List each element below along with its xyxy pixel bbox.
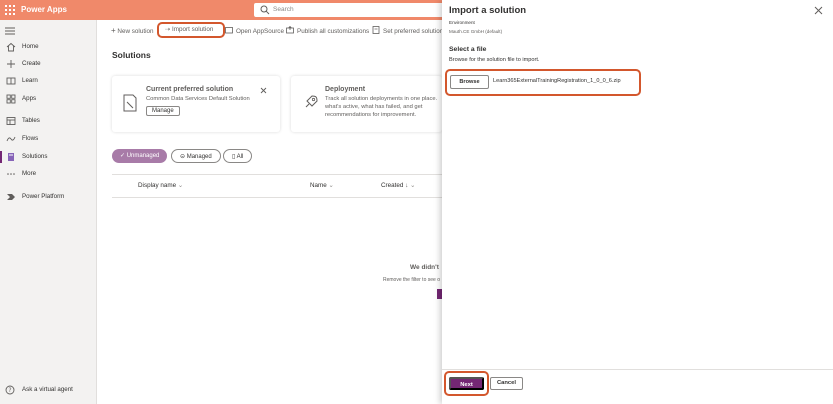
cancel-button[interactable]: Cancel <box>490 377 523 390</box>
publish-icon <box>286 25 294 34</box>
search-placeholder: Search <box>273 6 294 13</box>
filter-all-label: All <box>236 154 244 160</box>
column-created[interactable]: Created ↓ ⌄ <box>381 182 415 189</box>
empty-state-title: We didn't <box>410 264 439 271</box>
sidebar-item-label: More <box>22 170 37 177</box>
sidebar-item-tables[interactable]: Tables <box>0 114 97 128</box>
filter-all[interactable]: ▯ All <box>223 149 253 163</box>
waffle-icon[interactable] <box>5 5 15 15</box>
search-icon <box>260 5 270 15</box>
deployment-card-line: recommendations for improvement. <box>325 112 417 118</box>
power-platform-icon <box>7 194 15 200</box>
sidebar-item-power-platform[interactable]: Power Platform <box>0 190 97 204</box>
help-icon: ? <box>5 385 15 395</box>
deployment-card: Deployment Track all solution deployment… <box>291 76 442 132</box>
sidebar-item-apps[interactable]: Apps <box>0 92 97 106</box>
panel-title: Import a solution <box>449 5 527 16</box>
book-icon <box>6 77 16 85</box>
preferred-card-subtitle: Common Data Services Default Solution <box>146 96 250 102</box>
chevron-down-icon: ⌄ <box>177 182 184 189</box>
deployment-card-line: what's active, what has failed, and get <box>325 104 423 110</box>
search-box[interactable]: Search <box>254 3 445 17</box>
sidebar-item-label: Learn <box>22 77 38 84</box>
column-name[interactable]: Name ⌄ <box>310 182 334 189</box>
sidebar-item-label: Apps <box>22 95 37 102</box>
environment-value: Mauth.CE GmbH (default) <box>449 29 503 34</box>
new-solution-label: New solution <box>117 28 154 35</box>
import-solution-highlight <box>157 22 225 38</box>
filter-unmanaged-label: Unmanaged <box>126 153 160 159</box>
column-display-name[interactable]: Display name ⌄ <box>138 182 183 189</box>
ask-agent-label: Ask a virtual agent <box>22 386 73 393</box>
sidebar-item-label: Tables <box>22 117 40 124</box>
chevron-down-icon: ⌄ <box>328 182 334 189</box>
preferred-solution-card: Current preferred solution Common Data S… <box>112 76 280 132</box>
rocket-icon <box>305 95 318 108</box>
set-preferred-label: Set preferred solution <box>383 28 444 35</box>
sidebar-item-home[interactable]: Home <box>0 40 97 54</box>
sidebar-item-label: Home <box>22 43 39 50</box>
sidebar-item-label: Flows <box>22 135 39 142</box>
import-solution-panel: Import a solution Environment Mauth.CE G… <box>442 0 833 404</box>
sidebar-item-solutions[interactable]: Solutions <box>0 150 97 164</box>
apps-icon <box>6 94 16 104</box>
lock-icon: ⊝ <box>180 154 186 160</box>
new-solution-button[interactable]: + New solution <box>111 26 153 35</box>
environment-label: Environment <box>449 20 475 25</box>
column-label: Name <box>310 182 327 189</box>
command-bar: + New solution ⇢ Import solution Open Ap… <box>97 20 443 42</box>
close-icon[interactable] <box>260 87 267 94</box>
publish-all-button[interactable]: Publish all customizations <box>286 25 370 35</box>
filter-managed-label: Managed <box>186 154 212 160</box>
sidebar-item-more[interactable]: More <box>0 167 97 181</box>
filter-unmanaged[interactable]: ✓ Unmanaged <box>112 149 168 163</box>
preferred-card-title: Current preferred solution <box>146 86 234 93</box>
open-appsource-button[interactable]: Open AppSource <box>225 26 284 35</box>
plus-icon: + <box>111 26 116 35</box>
publish-all-label: Publish all customizations <box>297 28 370 35</box>
svg-text:?: ? <box>8 387 11 394</box>
set-preferred-button[interactable]: Set preferred solution <box>372 26 443 35</box>
deployment-card-title: Deployment <box>325 86 366 93</box>
side-navigation: Home Create Learn Apps Tables Flows Solu… <box>0 20 97 404</box>
sidebar-item-label: Power Platform <box>22 193 65 200</box>
hamburger-icon[interactable] <box>5 27 15 35</box>
sort-down-icon: ↓ <box>405 182 409 189</box>
page-title: Solutions <box>112 50 151 60</box>
open-appsource-label: Open AppSource <box>236 28 284 35</box>
appsource-icon <box>225 26 233 34</box>
ellipsis-icon <box>7 173 15 175</box>
chevron-down-icon: ⌄ <box>410 182 416 189</box>
preferred-icon <box>372 26 380 34</box>
column-label: Created <box>381 182 404 189</box>
close-icon[interactable] <box>814 6 823 15</box>
sidebar-item-create[interactable]: Create <box>0 57 97 71</box>
sidebar-item-label: Create <box>22 60 41 67</box>
home-icon <box>6 42 16 52</box>
manage-button[interactable]: Manage <box>146 106 180 116</box>
filter-managed[interactable]: ⊝ Managed <box>171 149 221 163</box>
active-indicator <box>0 151 2 163</box>
sidebar-item-learn[interactable]: Learn <box>0 74 97 88</box>
app-title: Power Apps <box>21 5 67 14</box>
panel-footer-divider <box>442 369 833 370</box>
plus-icon <box>7 60 15 68</box>
solutions-icon <box>8 153 14 161</box>
file-select-highlight <box>445 69 641 96</box>
divider <box>112 197 442 198</box>
divider <box>112 174 442 175</box>
solution-file-icon <box>123 94 137 112</box>
table-icon <box>6 117 16 125</box>
sidebar-item-flows[interactable]: Flows <box>0 132 97 146</box>
select-file-heading: Select a file <box>449 46 487 53</box>
column-label: Display name <box>138 182 177 189</box>
next-button-highlight <box>444 371 489 396</box>
select-file-description: Browse for the solution file to import. <box>449 57 540 63</box>
sidebar-item-label: Solutions <box>22 153 48 160</box>
empty-state-subtitle: Remove the filter to see o <box>383 277 440 283</box>
deployment-card-line: Track all solution deployments in one pl… <box>325 96 438 102</box>
doc-icon: ▯ <box>232 154 236 160</box>
flow-icon <box>6 136 16 142</box>
check-icon: ✓ <box>120 153 126 159</box>
